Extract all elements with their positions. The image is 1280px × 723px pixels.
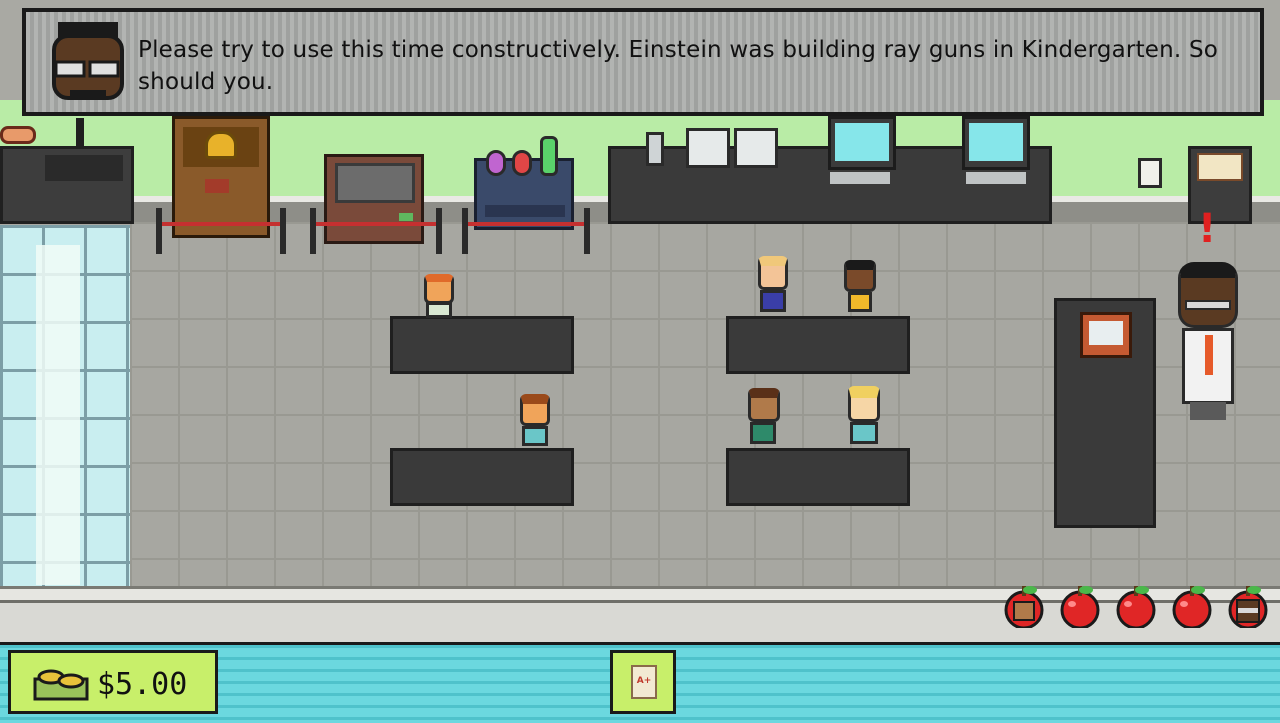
student-desk (726, 448, 910, 506)
kit-contents (1089, 321, 1123, 345)
student-dark-hair[interactable] (842, 260, 878, 316)
rope-post (310, 208, 316, 254)
dialogue-text: Please try to use this time constructive… (138, 37, 1219, 95)
student-shirt (426, 302, 452, 318)
microscope-icon[interactable] (646, 132, 664, 166)
keyboard-icon[interactable] (966, 172, 1026, 184)
apple-icon (1116, 586, 1156, 628)
rope-post (584, 208, 590, 254)
hotdog-item[interactable] (0, 126, 36, 144)
rope-post (436, 208, 442, 254)
student-desk (726, 316, 910, 374)
cabinet-drawer (45, 155, 123, 181)
apple-icon (1060, 586, 1100, 628)
dialogue-box[interactable]: Please try to use this time constructive… (22, 8, 1264, 116)
rope-post (156, 208, 162, 254)
student-shirt (850, 422, 878, 444)
student-red-hair[interactable] (422, 274, 458, 318)
microwave-exhibit[interactable] (324, 154, 424, 244)
keyboard-icon[interactable] (830, 172, 890, 184)
green-tube-icon[interactable] (540, 136, 558, 176)
money-amount: $5.00 (97, 667, 188, 702)
kid-face-apple-icon (1004, 586, 1044, 628)
table-drawers (485, 205, 565, 217)
glasses-icon (1185, 300, 1231, 310)
window-wall (0, 225, 130, 587)
student-head (848, 386, 880, 422)
microwave-door (335, 163, 415, 203)
lamp-post (76, 118, 84, 148)
money-panel[interactable]: $5.00 (8, 650, 218, 714)
red-potion-icon[interactable] (512, 150, 532, 176)
teacher-portrait-svg (52, 22, 124, 100)
lab-coat (1182, 328, 1234, 404)
computer-monitor[interactable] (962, 116, 1030, 170)
apple-lives (1002, 584, 1278, 636)
teacher-head (1178, 262, 1238, 328)
student-desk (390, 316, 574, 374)
student-ponytail[interactable] (744, 388, 784, 448)
student-shirt (848, 292, 872, 312)
open-book-icon[interactable] (1197, 153, 1243, 181)
rope-post (462, 208, 468, 254)
report-card-icon: A+ (631, 665, 657, 699)
student-shirt (760, 290, 786, 312)
monitor-screen (969, 123, 1023, 161)
purple-potion-icon[interactable] (486, 150, 506, 176)
computer-monitor[interactable] (828, 116, 896, 170)
printer-icon[interactable] (686, 128, 730, 168)
student-shirt (522, 426, 548, 446)
indicator-light-icon (399, 213, 413, 221)
teacher-character[interactable] (1176, 262, 1242, 422)
student-brown-hair[interactable] (518, 394, 554, 450)
student-head (844, 260, 876, 292)
teacher-legs (1190, 402, 1226, 420)
tie-icon (1205, 335, 1213, 375)
student-head (758, 256, 788, 290)
stain-icon (205, 179, 229, 193)
teacher-face-apple-icon (1228, 586, 1268, 628)
monitor-screen (835, 123, 889, 161)
science-kit-icon[interactable] (1080, 312, 1132, 358)
coins-icon (33, 669, 89, 701)
student-head (748, 388, 780, 422)
rope-post (280, 208, 286, 254)
velvet-rope (464, 222, 588, 226)
alert-exclamation-icon: ! (1198, 206, 1217, 252)
student-head (424, 274, 454, 304)
report-card-button[interactable]: A+ (610, 650, 676, 714)
student-shirt (750, 422, 776, 444)
left-cabinet[interactable] (0, 146, 134, 224)
teacher-portrait-icon (40, 16, 136, 112)
apple-icon (1172, 586, 1212, 628)
golden-helmet-exhibit[interactable] (172, 116, 270, 238)
golden-helmet-icon (205, 131, 237, 159)
window-light (36, 245, 80, 585)
student-desk (390, 448, 574, 506)
velvet-rope (312, 222, 442, 226)
velvet-rope (160, 222, 284, 226)
student-head (520, 394, 550, 426)
student-blonde-boy[interactable] (756, 256, 792, 316)
student-blonde-bun[interactable] (846, 380, 882, 446)
printer-icon[interactable] (734, 128, 778, 168)
power-outlet-icon (1138, 158, 1162, 188)
